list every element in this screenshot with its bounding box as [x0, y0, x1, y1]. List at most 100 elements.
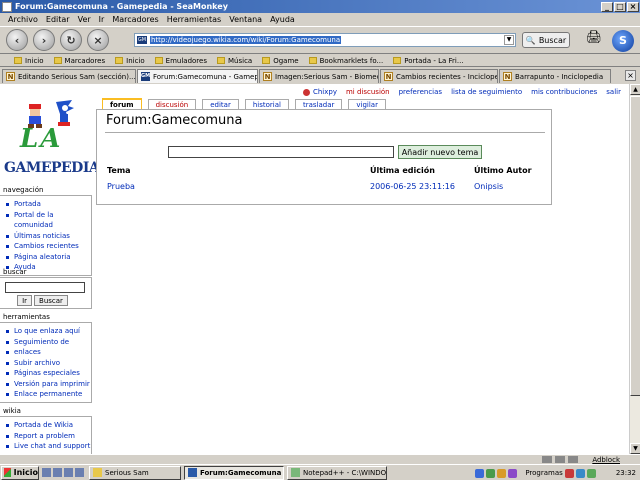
- tab-watch[interactable]: vigilar: [348, 99, 386, 109]
- seamonkey-app-icon[interactable]: [2, 1, 12, 12]
- tray-icon[interactable]: [486, 468, 496, 478]
- my-talk-link[interactable]: mi discusión: [346, 88, 390, 96]
- browser-tab[interactable]: N Editando Serious Sam (sección)...: [2, 69, 136, 83]
- status-icon[interactable]: [555, 456, 566, 463]
- bookmark-icon: [393, 57, 402, 64]
- menu-ayuda[interactable]: Ayuda: [270, 15, 295, 24]
- stop-icon[interactable]: ×: [87, 29, 109, 51]
- tray-icon[interactable]: [564, 468, 574, 478]
- menu-marcadores[interactable]: Marcadores: [112, 15, 158, 24]
- forward-icon[interactable]: ›: [33, 29, 55, 51]
- last-author-link[interactable]: Onipsis: [474, 182, 503, 191]
- status-icon[interactable]: [542, 456, 553, 463]
- seamonkey-throbber-icon[interactable]: S: [612, 30, 634, 52]
- bookmark-item[interactable]: Inicio: [115, 57, 145, 65]
- browser-tab[interactable]: N Barrapunto - Inciclopedia: [499, 69, 611, 83]
- sidebar-search-input[interactable]: [5, 282, 85, 293]
- tool-link[interactable]: Versión para imprimir: [4, 379, 91, 390]
- tray-icon[interactable]: [475, 468, 485, 478]
- quick-launch-icon[interactable]: [64, 468, 73, 477]
- quick-launch-icon[interactable]: [42, 468, 51, 477]
- tab-discussion[interactable]: discusión: [147, 99, 197, 109]
- user-link[interactable]: Chixpy: [302, 88, 337, 96]
- bookmark-item[interactable]: Emuladores: [154, 57, 207, 65]
- url-dropdown-icon[interactable]: ▼: [504, 35, 514, 45]
- status-icon[interactable]: [568, 456, 579, 463]
- tool-link[interactable]: Seguimiento de: [4, 337, 91, 348]
- menu-ventana[interactable]: Ventana: [229, 15, 262, 24]
- search-button[interactable]: 🔍 Buscar: [522, 32, 570, 48]
- bookmark-item[interactable]: Bookmarklets fo...: [308, 57, 383, 65]
- scroll-up-icon[interactable]: ▲: [630, 84, 640, 95]
- new-topic-input[interactable]: [168, 146, 394, 158]
- nav-link[interactable]: Últimas noticias: [4, 231, 91, 242]
- browser-tab[interactable]: NImagen:Serious Sam - Biomecan...: [259, 69, 379, 83]
- last-edit-link[interactable]: 2006-06-25 23:11:16: [370, 182, 455, 191]
- vertical-scrollbar[interactable]: ▲ ▼: [629, 84, 640, 454]
- url-bar[interactable]: GM http://videojuego.wikia.com/wiki/Foru…: [134, 33, 516, 47]
- wikia-link[interactable]: Report a problem: [4, 431, 91, 442]
- maximize-icon[interactable]: □: [614, 1, 626, 12]
- minimize-icon[interactable]: _: [601, 1, 613, 12]
- add-new-topic-button[interactable]: Añadir nuevo tema: [398, 145, 482, 159]
- taskbar-button-active[interactable]: Forum:Gamecomuna -...: [184, 465, 284, 480]
- programs-toolbar[interactable]: Programas: [525, 469, 562, 477]
- nav-link[interactable]: Portal de la comunidad: [4, 210, 91, 231]
- tab-move[interactable]: trasladar: [294, 99, 343, 109]
- menu-editar[interactable]: Editar: [46, 15, 70, 24]
- wikia-link[interactable]: Portada de Wikia: [4, 420, 91, 431]
- site-favicon-icon: GM: [137, 36, 147, 44]
- tool-link[interactable]: Enlace permanente: [4, 389, 91, 400]
- bookmark-item[interactable]: Música: [217, 57, 252, 65]
- close-tab-icon[interactable]: ×: [625, 70, 636, 81]
- my-contributions-link[interactable]: mis contribuciones: [531, 88, 597, 96]
- tray-icon[interactable]: [575, 468, 585, 478]
- bookmark-item[interactable]: Ogame: [262, 57, 299, 65]
- tray-icon[interactable]: [497, 468, 507, 478]
- scroll-down-icon[interactable]: ▼: [630, 443, 640, 454]
- url-text[interactable]: http://videojuego.wikia.com/wiki/Forum:G…: [150, 36, 342, 44]
- tab-edit[interactable]: editar: [202, 99, 239, 109]
- logout-link[interactable]: salir: [606, 88, 621, 96]
- tray-icon[interactable]: [586, 468, 596, 478]
- taskbar-button[interactable]: Serious Sam: [89, 465, 181, 480]
- print-icon[interactable]: 🖨: [584, 30, 604, 48]
- search-submit-button[interactable]: Buscar: [34, 295, 68, 306]
- bookmark-item[interactable]: Portada - La Fri...: [393, 57, 464, 65]
- wikia-link[interactable]: Live chat and support: [4, 441, 91, 452]
- scroll-thumb[interactable]: [630, 96, 640, 396]
- tool-link[interactable]: Subir archivo: [4, 358, 91, 369]
- nav-link[interactable]: Portada: [4, 199, 91, 210]
- browser-tabs: N Editando Serious Sam (sección)... GM For…: [0, 68, 640, 83]
- back-icon[interactable]: ‹: [6, 29, 28, 51]
- start-button[interactable]: Inicio: [1, 465, 39, 480]
- menu-ir[interactable]: Ir: [99, 15, 105, 24]
- topic-link[interactable]: Prueba: [107, 182, 135, 191]
- menu-archivo[interactable]: Archivo: [8, 15, 38, 24]
- bookmark-item[interactable]: Inicio: [14, 57, 44, 65]
- search-button-label: Buscar: [538, 35, 567, 45]
- browser-tab[interactable]: NCambios recientes - Inciclopedia: [380, 69, 498, 83]
- quick-launch-icon[interactable]: [53, 468, 62, 477]
- nav-link[interactable]: Página aleatoria: [4, 252, 91, 263]
- tool-link-continuation[interactable]: enlaces: [4, 347, 91, 358]
- adblock-link[interactable]: Adblock: [592, 456, 620, 464]
- tool-link[interactable]: Páginas especiales: [4, 368, 91, 379]
- tab-forum[interactable]: forum: [102, 98, 142, 109]
- browser-tab-active[interactable]: GMForum:Gamecomuna - Gamepedia: [137, 69, 258, 83]
- nav-link[interactable]: Cambios recientes: [4, 241, 91, 252]
- tray-icon[interactable]: [508, 468, 518, 478]
- menu-herramientas[interactable]: Herramientas: [167, 15, 222, 24]
- bookmark-item[interactable]: Marcadores: [53, 57, 105, 65]
- watchlist-link[interactable]: lista de seguimiento: [451, 88, 522, 96]
- preferences-link[interactable]: preferencias: [399, 88, 442, 96]
- quick-launch-icon[interactable]: [75, 468, 84, 477]
- go-button[interactable]: Ir: [17, 295, 33, 306]
- site-logo[interactable]: LA GAMEPEDIA: [4, 94, 100, 186]
- reload-icon[interactable]: ↻: [60, 29, 82, 51]
- close-icon[interactable]: ×: [627, 1, 639, 12]
- menu-ver[interactable]: Ver: [78, 15, 91, 24]
- tool-link[interactable]: Lo que enlaza aquí: [4, 326, 91, 337]
- tab-history[interactable]: historial: [244, 99, 289, 109]
- taskbar-button[interactable]: Notepad++ - C:\WINDOW...: [287, 465, 387, 480]
